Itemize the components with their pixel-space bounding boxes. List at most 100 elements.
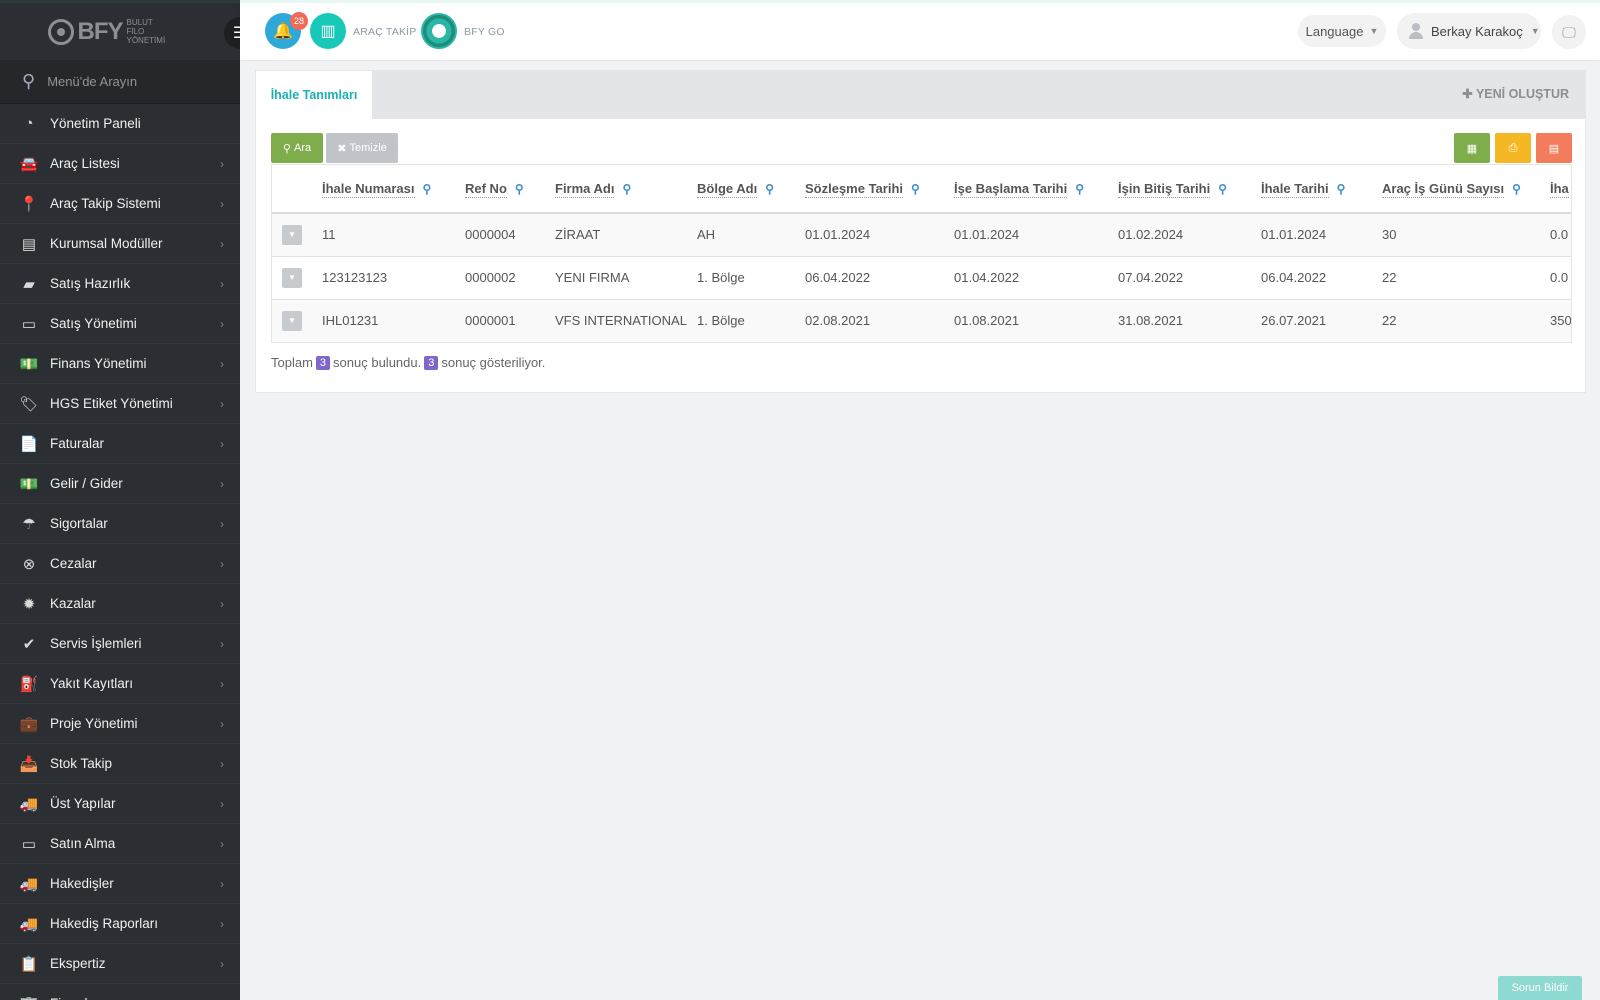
sidebar-item-label: Araç Listesi — [50, 156, 120, 171]
sidebar-item[interactable]: ✔ Servis İşlemleri › — [0, 624, 240, 664]
sidebar-item[interactable]: ◔ Yönetim Paneli — [0, 104, 240, 144]
column-search-icon[interactable]: ⚲ — [1075, 182, 1084, 196]
columns-button[interactable]: ▤ — [1536, 133, 1572, 163]
sidebar-item[interactable]: 🚚 Hakedişler › — [0, 864, 240, 904]
sidebar-item-label: HGS Etiket Yönetimi — [50, 396, 173, 411]
sidebar-item[interactable]: 🏷 HGS Etiket Yönetimi › — [0, 384, 240, 424]
briefcase-icon: 💼 — [19, 715, 39, 733]
column-header[interactable]: İhale Numarası ⚲ — [322, 165, 465, 214]
credit-card-icon: ▭ — [21, 315, 37, 333]
column-header-label: İha — [1550, 181, 1569, 198]
chevron-right-icon: › — [220, 396, 224, 411]
column-header[interactable]: Araç İş Günü Sayısı ⚲ — [1382, 165, 1550, 214]
sidebar-item[interactable]: 📋 Ekspertiz › — [0, 944, 240, 984]
sidebar-item[interactable]: ✹ Kazalar › — [0, 584, 240, 624]
menu-toggle-button[interactable]: ☰ — [224, 17, 240, 49]
export-excel-button[interactable]: ▦ — [1454, 133, 1490, 163]
sidebar-item[interactable]: 🚘 Araç Listesi › — [0, 144, 240, 184]
column-search-icon[interactable]: ⚲ — [1337, 182, 1346, 196]
table-cell-is-gunu: 30 — [1382, 213, 1550, 257]
expand-row-button[interactable]: ▼ — [282, 224, 302, 245]
column-search-icon[interactable]: ⚲ — [622, 182, 631, 196]
fullscreen-button[interactable]: 🖵 — [1552, 15, 1586, 49]
search-button[interactable]: ⚲ Ara — [271, 133, 323, 163]
column-search-icon[interactable]: ⚲ — [1218, 182, 1227, 196]
column-header[interactable]: İşin Bitiş Tarihi ⚲ — [1118, 165, 1261, 214]
bfy-go-link[interactable]: BFY GO — [464, 26, 505, 38]
sidebar-item[interactable]: 💼 Proje Yönetimi › — [0, 704, 240, 744]
menu-search[interactable]: ⚲ Menü'de Arayın — [0, 60, 240, 104]
chevron-right-icon: › — [220, 676, 224, 691]
caret-down-icon: ▼ — [1369, 26, 1379, 36]
column-header[interactable]: Firma Adı ⚲ — [555, 165, 697, 214]
chevron-right-icon: › — [220, 236, 224, 251]
map-icon: ▥ — [320, 23, 336, 40]
expand-row-button[interactable]: ▼ — [282, 267, 302, 288]
arac-takip-link[interactable]: ARAÇ TAKİP — [353, 26, 416, 38]
map-marker-icon: 📍 — [19, 195, 39, 213]
print-button[interactable]: ⎙ — [1495, 133, 1531, 163]
file-icon: 📄 — [19, 435, 39, 453]
column-header-label: İhale Numarası — [322, 181, 415, 198]
clear-button[interactable]: ✖ Temizle — [326, 133, 398, 163]
table-cell-bolge: 1. Bölge — [697, 256, 805, 300]
sidebar-item[interactable]: 📍 Araç Takip Sistemi › — [0, 184, 240, 224]
sidebar-item[interactable]: 💵 Finans Yönetimi › — [0, 344, 240, 384]
column-header-label: Araç İş Günü Sayısı — [1382, 181, 1505, 198]
column-header[interactable]: İhale Tarihi ⚲ — [1261, 165, 1382, 214]
tab-ihale-tanimlari[interactable]: İhale Tanımları — [256, 71, 372, 119]
column-header[interactable]: Sözleşme Tarihi ⚲ — [805, 165, 954, 214]
table-row[interactable]: ▼ 123123123 0000002 YENI FIRMA 1. Bölge 06.04… — [272, 256, 1571, 300]
sidebar-item[interactable]: 🚚 Üst Yapılar › — [0, 784, 240, 824]
expand-cell: ▼ — [272, 213, 322, 257]
table-cell-son: 0.0 — [1550, 256, 1571, 300]
table-row[interactable]: ▼ IHL01231 0000001 VFS INTERNATIONAL 1. Bölg… — [272, 299, 1571, 342]
table-cell-ihale-tarihi: 01.01.2024 — [1261, 213, 1382, 257]
sidebar-item[interactable]: ⊗ Cezalar › — [0, 544, 240, 584]
column-search-icon[interactable]: ⚲ — [515, 182, 524, 196]
server-icon: ▤ — [21, 235, 37, 253]
table-row[interactable]: ▼ 11 0000004 ZİRAAT AH 01.01.2024 01.01.2024 01… — [272, 213, 1571, 257]
sidebar-item[interactable]: ▭ Satın Alma › — [0, 824, 240, 864]
column-header[interactable]: Bölge Adı ⚲ — [697, 165, 805, 214]
sidebar-item[interactable]: 🚚 Hakediş Raporları › — [0, 904, 240, 944]
dashboard-icon: ◔ — [24, 115, 34, 132]
sidebar-item[interactable]: ▤ Kurumsal Modüller › — [0, 224, 240, 264]
sidebar-item[interactable]: 💵 Gelir / Gider › — [0, 464, 240, 504]
sidebar-item-label: Üst Yapılar — [50, 796, 116, 811]
result-summary: Toplam 3 sonuç bulundu. 3 sonuç gösteril… — [271, 355, 545, 370]
new-create-button[interactable]: ✚ YENİ OLUŞTUR — [1462, 86, 1569, 101]
sidebar-item-label: Servis İşlemleri — [50, 636, 142, 651]
expand-cell: ▼ — [272, 256, 322, 300]
sidebar-item[interactable]: 🏢 Firmalar › — [0, 984, 240, 1000]
brand-logo[interactable]: BFY BULUT FİLO YÖNETİMİ — [47, 18, 173, 46]
bfy-go-button[interactable] — [421, 13, 457, 49]
sidebar-item[interactable]: 📥 Stok Takip › — [0, 744, 240, 784]
chevron-right-icon: › — [220, 276, 224, 291]
arac-takip-button[interactable]: ▥ — [310, 13, 346, 49]
language-dropdown[interactable]: Language ▼ — [1298, 15, 1386, 47]
table-cell-firma: YENI FIRMA — [555, 256, 697, 300]
column-search-icon[interactable]: ⚲ — [423, 182, 432, 196]
column-search-icon[interactable]: ⚲ — [911, 182, 920, 196]
column-header[interactable]: İha — [1550, 165, 1571, 214]
column-search-icon[interactable]: ⚲ — [765, 182, 774, 196]
expand-row-button[interactable]: ▼ — [282, 310, 302, 331]
sidebar-item[interactable]: ▰ Satış Hazırlık › — [0, 264, 240, 304]
column-header[interactable]: İşe Başlama Tarihi ⚲ — [954, 165, 1118, 214]
chevron-right-icon: › — [220, 596, 224, 611]
table-cell-bitis: 31.08.2021 — [1118, 299, 1261, 342]
column-search-icon[interactable]: ⚲ — [1512, 182, 1521, 196]
column-header[interactable]: Ref No ⚲ — [465, 165, 555, 214]
sidebar-item[interactable]: ⛽ Yakıt Kayıtları › — [0, 664, 240, 704]
sidebar-item[interactable]: ▭ Satış Yönetimi › — [0, 304, 240, 344]
summary-found-text: sonuç bulundu. — [333, 355, 422, 370]
user-menu[interactable]: Berkay Karakoç ▼ — [1397, 13, 1541, 49]
report-issue-button[interactable]: Sorun Bildir — [1498, 976, 1582, 1000]
truck-icon: 🚚 — [19, 795, 39, 813]
sidebar-item[interactable]: ☂ Sigortalar › — [0, 504, 240, 544]
credit-card-icon: ▭ — [21, 835, 37, 853]
sidebar-item[interactable]: 📄 Faturalar › — [0, 424, 240, 464]
money-icon: 💵 — [19, 355, 39, 373]
chevron-right-icon: › — [220, 796, 224, 811]
